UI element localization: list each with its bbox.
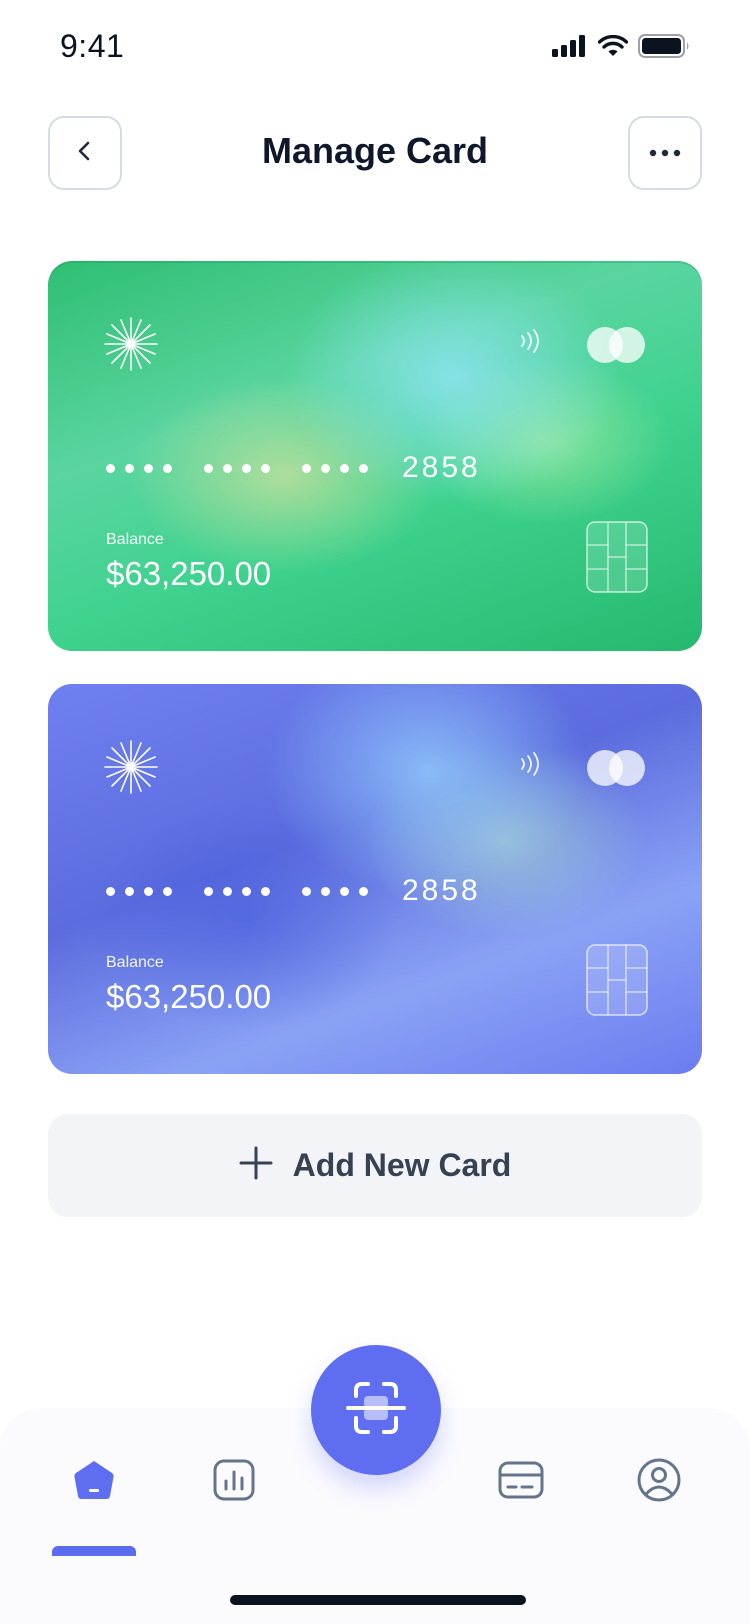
balance-value: $63,250.00 xyxy=(106,978,272,1015)
masked-group xyxy=(302,886,368,896)
more-horizontal-icon xyxy=(649,144,681,162)
masked-group xyxy=(204,463,270,473)
nav-statistics[interactable] xyxy=(210,1458,258,1506)
nav-profile[interactable] xyxy=(635,1458,683,1506)
card-number: 2858 xyxy=(106,874,481,908)
card-green[interactable]: 2858 Balance $63,250.00 xyxy=(48,261,702,651)
card-last4: 2858 xyxy=(402,451,481,484)
chip-icon xyxy=(586,521,648,598)
balance-label: Balance xyxy=(106,954,164,971)
mastercard-icon xyxy=(586,749,646,792)
contactless-icon xyxy=(518,750,544,783)
signal-icon xyxy=(552,35,588,57)
wifi-icon xyxy=(598,35,628,57)
nav-cards[interactable] xyxy=(497,1458,545,1506)
user-circle-icon xyxy=(637,1458,681,1507)
masked-group xyxy=(204,886,270,896)
scan-icon xyxy=(346,1380,406,1441)
balance-value: $63,250.00 xyxy=(106,555,272,592)
balance-label: Balance xyxy=(106,531,164,548)
card-last4: 2858 xyxy=(402,874,481,907)
starburst-logo-icon xyxy=(103,316,159,377)
masked-group xyxy=(106,463,172,473)
plus-icon xyxy=(239,1146,273,1185)
bar-chart-icon xyxy=(213,1459,255,1506)
chip-icon xyxy=(586,944,648,1021)
mastercard-icon xyxy=(586,326,646,369)
nav-home[interactable] xyxy=(70,1458,118,1506)
add-new-card-button[interactable]: Add New Card xyxy=(48,1114,702,1217)
credit-card-icon xyxy=(498,1461,544,1504)
scan-button[interactable] xyxy=(311,1345,441,1475)
status-icons xyxy=(552,34,690,58)
add-new-card-label: Add New Card xyxy=(292,1147,512,1183)
home-icon xyxy=(72,1458,116,1507)
card-number: 2858 xyxy=(106,451,481,485)
more-options-button[interactable] xyxy=(628,116,702,190)
card-blue[interactable]: 2858 Balance $63,250.00 xyxy=(48,684,702,1074)
battery-icon xyxy=(638,34,690,58)
status-bar: 9:41 xyxy=(0,0,750,96)
home-indicator-bar xyxy=(230,1595,526,1605)
starburst-logo-icon xyxy=(103,739,159,800)
masked-group xyxy=(106,886,172,896)
active-tab-indicator xyxy=(52,1546,136,1556)
status-time: 9:41 xyxy=(60,28,125,64)
masked-group xyxy=(302,463,368,473)
contactless-icon xyxy=(518,327,544,360)
